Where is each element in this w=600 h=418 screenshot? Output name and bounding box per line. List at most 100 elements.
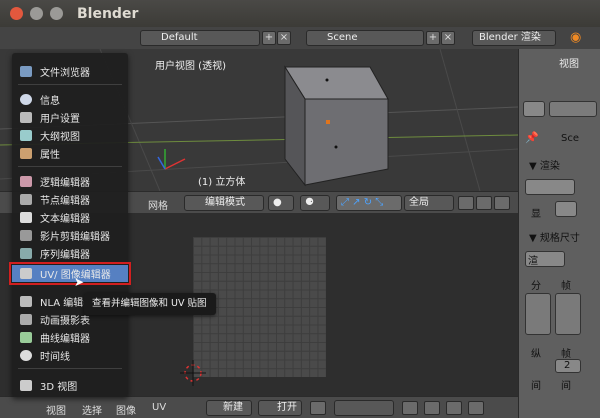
- layout-value: Default: [161, 32, 198, 43]
- editor-tooltip: 查看并编辑图像和 UV 贴图: [84, 293, 216, 315]
- orientation-value: 全局: [409, 197, 429, 208]
- view-menu[interactable]: 视图: [46, 402, 66, 417]
- window-titlebar: Blender: [0, 0, 600, 27]
- aspect-label: 纵: [531, 349, 541, 360]
- minimize-window-button[interactable]: [30, 7, 43, 20]
- scene-context-label: Sce: [561, 133, 579, 144]
- menu-item-uv-image-editor[interactable]: UV/ 图像编辑器: [9, 262, 131, 285]
- close-window-button[interactable]: [10, 7, 23, 20]
- display-label: 显: [531, 209, 541, 220]
- fps-field[interactable]: 2: [555, 359, 581, 373]
- properties-icon: [20, 148, 32, 159]
- menu-item-user-prefs[interactable]: 用户设置: [12, 109, 128, 126]
- sequencer-icon: [20, 248, 32, 259]
- pin-icon[interactable]: 📌: [525, 131, 539, 144]
- info-header: Default + × Scene + × Blender 渲染 ◉: [0, 27, 600, 49]
- menu-item-node-editor[interactable]: 节点编辑器: [12, 191, 128, 208]
- menu-item-sequencer[interactable]: 序列编辑器: [12, 245, 128, 262]
- properties-panel[interactable]: 视图 📌 Sce ▼ 渲染 显 ▼ 规格尺寸 渲 分 帧 纵 帧 2 间 间: [518, 49, 600, 418]
- new-image-label: 新建: [223, 402, 243, 413]
- user-prefs-icon: [20, 112, 32, 123]
- scene-dropdown[interactable]: Scene: [306, 30, 424, 46]
- render-buttons[interactable]: [525, 179, 575, 195]
- pin-image-button[interactable]: [310, 401, 326, 415]
- render-panel-header[interactable]: ▼ 渲染: [529, 157, 560, 172]
- image-pin-button[interactable]: [468, 401, 484, 415]
- open-image-label: 打开: [277, 402, 297, 413]
- display-dropdown[interactable]: [555, 201, 577, 217]
- window-title: Blender: [77, 5, 139, 22]
- remove-scene-button[interactable]: ×: [441, 31, 455, 45]
- orientation-dropdown[interactable]: 全局: [404, 195, 454, 211]
- menu-separator: [18, 166, 122, 167]
- info-icon: [20, 94, 32, 105]
- dopesheet-icon: [20, 314, 32, 325]
- select-menu[interactable]: 选择: [82, 402, 102, 417]
- manipulator-buttons[interactable]: ⤢ ↗ ↻ ⤡: [336, 195, 402, 211]
- mouse-cursor-icon: ➤: [74, 275, 85, 289]
- layer-button-1[interactable]: [458, 196, 474, 210]
- scene-value: Scene: [327, 32, 358, 43]
- editor-type-menu: 文件浏览器 信息 用户设置 大纲视图 属性 逻辑编辑器 节点编辑器 文本编辑器 …: [9, 53, 131, 397]
- object-origin-marker: [326, 120, 330, 124]
- image-menu[interactable]: 图像: [116, 402, 136, 417]
- mesh-menu[interactable]: 网格: [148, 197, 168, 212]
- image-editor-header: 视图 选择 图像 UV 新建 打开: [0, 396, 518, 418]
- menu-item-file-browser[interactable]: 文件浏览器: [12, 63, 128, 80]
- properties-tabs[interactable]: [549, 101, 597, 117]
- menu-item-text-editor[interactable]: 文本编辑器: [12, 209, 128, 226]
- blender-logo-icon: ◉: [570, 30, 582, 45]
- render-engine-dropdown[interactable]: Blender 渲染: [472, 30, 556, 46]
- sticky-select-button[interactable]: [402, 401, 418, 415]
- panel-toggle-button[interactable]: [523, 101, 545, 117]
- mode-dropdown[interactable]: 编辑模式: [184, 195, 264, 211]
- remove-layout-button[interactable]: ×: [277, 31, 291, 45]
- fps-value: 2: [564, 360, 571, 371]
- menu-item-logic-editor[interactable]: 逻辑编辑器: [12, 173, 128, 190]
- time-label-left: 间: [531, 381, 541, 392]
- menu-item-timeline[interactable]: 时间线: [12, 347, 128, 364]
- text-editor-icon: [20, 212, 32, 223]
- menu-item-info[interactable]: 信息: [12, 91, 128, 108]
- menu-item-properties[interactable]: 属性: [12, 145, 128, 162]
- menu-item-outliner[interactable]: 大纲视图: [12, 127, 128, 144]
- view-mode-label: 用户视图 (透视): [155, 61, 226, 72]
- time-label-right: 间: [561, 381, 571, 392]
- 2d-cursor-icon[interactable]: [178, 358, 208, 388]
- render-presets-dropdown[interactable]: 渲: [525, 251, 565, 267]
- shading-dropdown[interactable]: ●: [268, 195, 294, 211]
- timeline-icon: [20, 350, 32, 361]
- add-scene-button[interactable]: +: [426, 31, 440, 45]
- layout-dropdown[interactable]: Default: [140, 30, 260, 46]
- resolution-label: 分: [531, 281, 541, 292]
- movie-clip-icon: [20, 230, 32, 241]
- frame-fields[interactable]: [555, 293, 581, 335]
- graph-editor-icon: [20, 332, 32, 343]
- new-image-button[interactable]: 新建: [206, 400, 252, 416]
- render-presets-label: 渲: [528, 256, 538, 267]
- node-editor-icon: [20, 194, 32, 205]
- open-image-button[interactable]: 打开: [258, 400, 302, 416]
- snap-button[interactable]: [424, 401, 440, 415]
- frame-range-label: 帧: [561, 281, 571, 292]
- menu-item-graph-editor[interactable]: 曲线编辑器: [12, 329, 128, 346]
- layer-button-3[interactable]: [494, 196, 510, 210]
- maximize-window-button[interactable]: [50, 7, 63, 20]
- resolution-fields[interactable]: [525, 293, 551, 335]
- add-layout-button[interactable]: +: [262, 31, 276, 45]
- pivot-dropdown[interactable]: ⚈: [300, 195, 330, 211]
- z-axis-icon: [157, 156, 166, 170]
- proportional-edit-button[interactable]: [446, 401, 462, 415]
- uv-mode-dropdown[interactable]: [334, 400, 394, 416]
- fps-label: 帧: [561, 349, 571, 360]
- menu-separator: [18, 368, 122, 369]
- menu-item-3d-view[interactable]: 3D 视图: [12, 377, 128, 394]
- active-object-label: (1) 立方体: [198, 177, 246, 188]
- uvs-menu[interactable]: UV: [152, 402, 166, 413]
- dimensions-panel-header[interactable]: ▼ 规格尺寸: [529, 229, 580, 244]
- x-axis-icon: [164, 158, 186, 170]
- logic-editor-icon: [20, 176, 32, 187]
- layer-button-2[interactable]: [476, 196, 492, 210]
- menu-item-movie-clip[interactable]: 影片剪辑编辑器: [12, 227, 128, 244]
- view3d-icon: [20, 380, 32, 391]
